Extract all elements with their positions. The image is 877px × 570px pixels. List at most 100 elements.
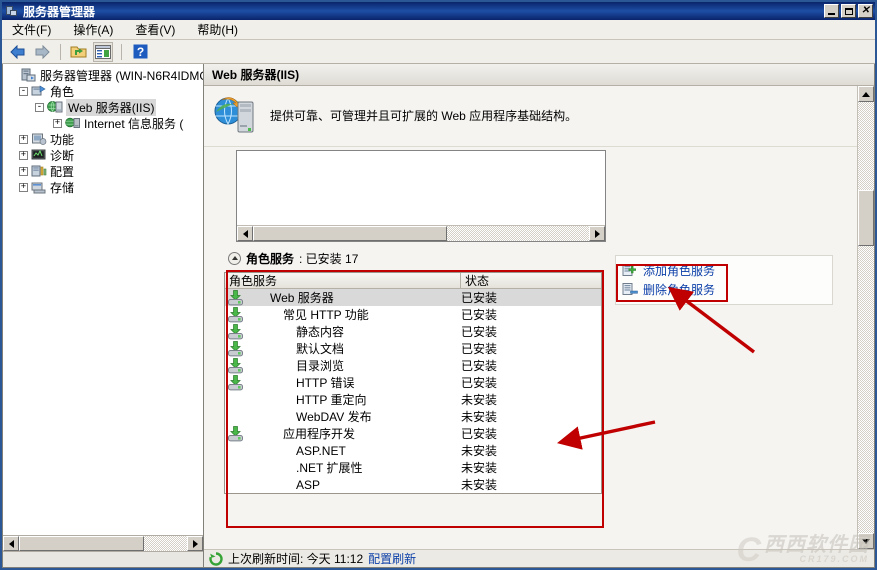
role-services-table[interactable]: 角色服务 状态 Web 服务器 已安装 常见 HTTP 功能 已安装 静态内容 已安装 默认… [224, 272, 602, 494]
cell-role-service: 应用程序开发 [225, 425, 461, 442]
console-tree-pane: 服务器管理器 (WIN-N6R4IDMGV6 - 角色 - [2, 64, 204, 568]
scroll-up-button[interactable] [858, 86, 874, 102]
action-remove-role-services[interactable]: 删除角色服务 [622, 280, 826, 299]
close-button[interactable]: ✕ [858, 4, 873, 18]
column-header-role-service[interactable]: 角色服务 [225, 273, 461, 288]
features-icon [31, 132, 47, 146]
column-header-status[interactable]: 状态 [461, 273, 601, 288]
chevron-up-icon[interactable] [228, 251, 241, 265]
up-one-level-button[interactable] [69, 42, 89, 62]
cell-status: 未安装 [461, 478, 498, 492]
action-label[interactable]: 添加角色服务 [643, 262, 715, 279]
pane-content: 提供可靠、可管理并且可扩展的 Web 应用程序基础结构。 角色服务: 已安装 … [204, 86, 857, 549]
help-button[interactable]: ? [130, 42, 150, 62]
minimize-button[interactable] [824, 4, 839, 18]
table-row[interactable]: HTTP 重定向 未安装 [225, 391, 601, 408]
events-list-box[interactable] [236, 150, 606, 242]
scroll-right-button[interactable] [187, 536, 203, 551]
storage-icon [31, 180, 47, 194]
scroll-right-button[interactable] [589, 226, 605, 241]
table-row[interactable]: 静态内容 已安装 [225, 323, 601, 340]
forward-button[interactable] [32, 42, 52, 62]
tree-item-label: Web 服务器(IIS) [66, 98, 157, 116]
table-row[interactable]: HTTP 错误 已安装 [225, 374, 601, 391]
scroll-thumb[interactable] [858, 190, 874, 246]
tree-horizontal-scrollbar[interactable] [3, 535, 203, 551]
cell-role-service: 常见 HTTP 功能 [225, 306, 461, 323]
role-summary: 提供可靠、可管理并且可扩展的 Web 应用程序基础结构。 [204, 86, 857, 147]
refresh-status-bar: 上次刷新时间: 今天 11:12 配置刷新 [204, 549, 874, 567]
server-manager-icon [21, 68, 37, 82]
scroll-left-button[interactable] [237, 226, 253, 241]
action-add-role-services[interactable]: 添加角色服务 [622, 261, 826, 280]
tree-item-diagnostics[interactable]: + 诊断 [7, 147, 203, 163]
role-services-installed-count: : 已安装 17 [299, 251, 359, 266]
events-horizontal-scrollbar[interactable] [237, 225, 605, 241]
tree-item-roles[interactable]: - 角色 [7, 83, 203, 99]
table-row[interactable]: .NET 扩展性 未安装 [225, 459, 601, 476]
diagnostics-icon [31, 148, 47, 162]
iis-icon [47, 100, 63, 114]
action-label[interactable]: 删除角色服务 [643, 281, 715, 298]
table-row[interactable]: ASP.NET 未安装 [225, 442, 601, 459]
tree-item-label: 服务器管理器 (WIN-N6R4IDMGV6 [40, 68, 203, 83]
role-summary-text: 提供可靠、可管理并且可扩展的 Web 应用程序基础结构。 [270, 108, 578, 123]
tree-item-label: 存储 [50, 180, 75, 195]
configure-refresh-link[interactable]: 配置刷新 [368, 550, 416, 567]
iis-web-server-icon [212, 94, 258, 138]
cell-role-service: .NET 扩展性 [225, 459, 461, 476]
back-button[interactable] [8, 42, 28, 62]
cell-status: 已安装 [461, 342, 498, 356]
table-row[interactable]: 常见 HTTP 功能 已安装 [225, 306, 601, 323]
actions-panel: 添加角色服务 删除角色服务 [615, 255, 833, 305]
menu-view[interactable]: 查看(V) [133, 20, 177, 39]
tree-expander-iis-manager[interactable]: + [53, 118, 62, 128]
tree-item-internet-information-services[interactable]: + Internet 信息服务 ( [7, 115, 203, 131]
tree-item-server-manager[interactable]: 服务器管理器 (WIN-N6R4IDMGV6 [7, 67, 203, 83]
cell-status: 未安装 [461, 410, 498, 424]
scroll-thumb[interactable] [19, 536, 144, 551]
cell-role-service: 目录浏览 [225, 357, 461, 374]
configuration-icon [31, 164, 47, 178]
tree-expander-diagnostics[interactable]: + [19, 150, 28, 160]
cell-status: 未安装 [461, 393, 498, 407]
menu-bar: 文件(F) 操作(A) 查看(V) 帮助(H) [2, 20, 875, 40]
table-row[interactable]: ASP 未安装 [225, 476, 601, 493]
cell-role-service: Web 服务器 [225, 289, 461, 306]
tree-item-storage[interactable]: + 存储 [7, 179, 203, 195]
tree-item-web-server-iis[interactable]: - Web 服务器(IIS) [7, 98, 203, 116]
cell-role-service: WebDAV 发布 [225, 408, 461, 425]
menu-action[interactable]: 操作(A) [71, 20, 115, 39]
tree-item-features[interactable]: + 功能 [7, 131, 203, 147]
scroll-left-button[interactable] [3, 536, 19, 551]
table-row[interactable]: Web 服务器 已安装 [225, 289, 601, 306]
details-vertical-scrollbar[interactable] [857, 86, 874, 549]
show-hide-console-tree-button[interactable] [93, 41, 113, 62]
menu-help[interactable]: 帮助(H) [195, 20, 240, 39]
menu-file[interactable]: 文件(F) [10, 20, 53, 39]
role-service-name: 应用程序开发 [283, 427, 356, 441]
cell-status: 已安装 [461, 325, 498, 339]
tree-expander-web-server[interactable]: - [35, 102, 44, 112]
scroll-thumb[interactable] [253, 226, 447, 241]
tree-expander-features[interactable]: + [19, 134, 28, 144]
tree-item-configuration[interactable]: + 配置 [7, 163, 203, 179]
maximize-button[interactable] [841, 4, 856, 18]
toolbar-separator-2 [121, 43, 122, 60]
scroll-track[interactable] [858, 102, 874, 533]
table-row[interactable]: WebDAV 发布 未安装 [225, 408, 601, 425]
scroll-track[interactable] [19, 536, 187, 551]
tree-expander-configuration[interactable]: + [19, 166, 28, 176]
scroll-down-button[interactable] [858, 533, 874, 549]
scroll-track[interactable] [253, 226, 589, 241]
table-row[interactable]: 目录浏览 已安装 [225, 357, 601, 374]
toolbar-separator-1 [60, 43, 61, 60]
table-row[interactable]: 应用程序开发 已安装 [225, 425, 601, 442]
pane-body: 提供可靠、可管理并且可扩展的 Web 应用程序基础结构。 角色服务: 已安装 … [204, 86, 874, 549]
tree-item-label: Internet 信息服务 ( [84, 116, 184, 131]
cell-status: 已安装 [461, 359, 498, 373]
tree-expander-roles[interactable]: - [19, 86, 28, 96]
tree-expander-storage[interactable]: + [19, 182, 28, 192]
table-row[interactable]: 默认文档 已安装 [225, 340, 601, 357]
role-service-name: 目录浏览 [296, 359, 345, 373]
